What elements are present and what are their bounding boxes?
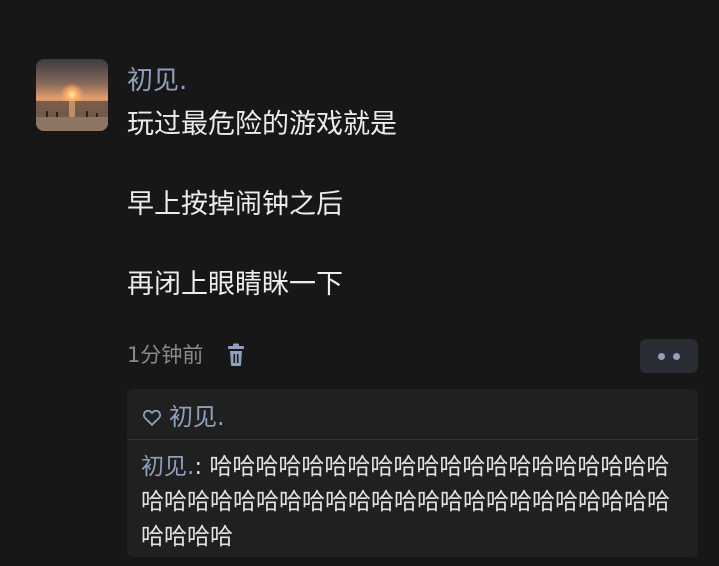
comment-separator: :: [194, 454, 210, 480]
more-dots-icon: [658, 352, 665, 360]
liker-name[interactable]: 初见.: [169, 402, 225, 432]
post-line: [127, 225, 687, 265]
post-text: 玩过最危险的游戏就是 早上按掉闹钟之后 再闭上眼睛眯一下: [127, 105, 687, 305]
post-line: [127, 145, 687, 185]
post-line: 早上按掉闹钟之后: [127, 189, 343, 220]
post-line: 再闭上眼睛眯一下: [127, 269, 343, 300]
more-options-button[interactable]: [640, 339, 698, 373]
comment[interactable]: 初见.: 哈哈哈哈哈哈哈哈哈哈哈哈哈哈哈哈哈哈哈哈哈哈哈哈哈哈哈哈哈哈哈哈哈哈哈…: [141, 450, 686, 555]
comment-author[interactable]: 初见.: [141, 454, 194, 480]
comment-text: 哈哈哈哈哈哈哈哈哈哈哈哈哈哈哈哈哈哈哈哈哈哈哈哈哈哈哈哈哈哈哈哈哈哈哈哈哈哈哈哈…: [141, 454, 670, 550]
post-meta: 1分钟前: [127, 341, 247, 369]
sunset-beach-photo: [36, 59, 108, 131]
panel-divider: [127, 439, 698, 440]
likes-row: 初见.: [141, 402, 225, 432]
more-dots-icon: [673, 352, 680, 360]
avatar[interactable]: [36, 59, 108, 131]
post-timestamp: 1分钟前: [127, 343, 204, 367]
post-line: 玩过最危险的游戏就是: [127, 109, 397, 140]
interaction-panel: 初见. 初见.: 哈哈哈哈哈哈哈哈哈哈哈哈哈哈哈哈哈哈哈哈哈哈哈哈哈哈哈哈哈哈哈…: [127, 389, 698, 557]
heart-icon: [141, 406, 163, 428]
post-author-name[interactable]: 初见.: [127, 64, 187, 98]
trash-icon[interactable]: [225, 343, 247, 367]
